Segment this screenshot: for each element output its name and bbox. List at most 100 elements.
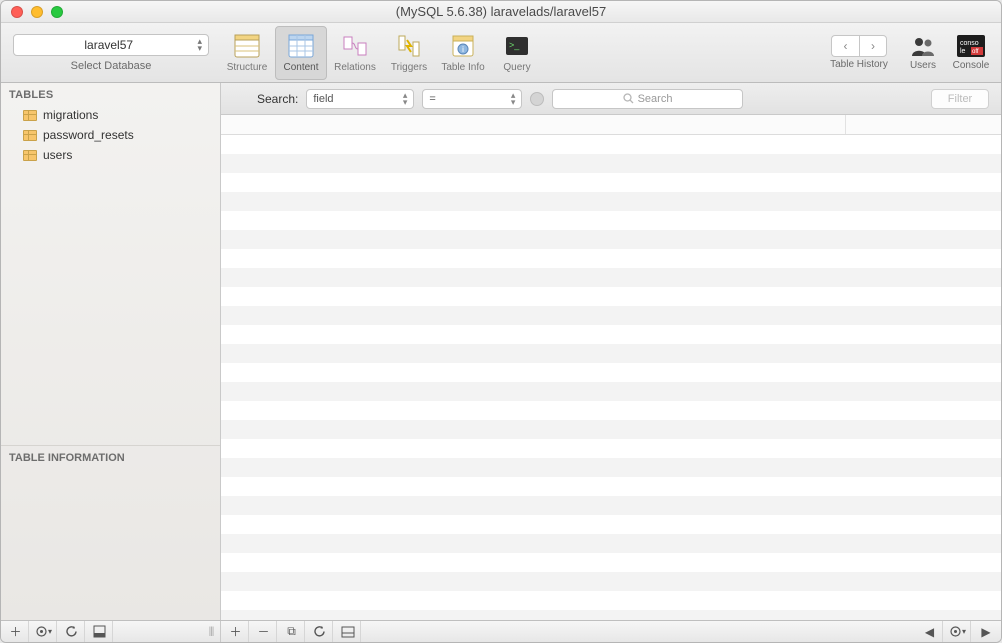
users-button[interactable]: Users [903, 34, 943, 71]
window-title: (MySQL 5.6.38) laravelads/laravel57 [1, 4, 1001, 19]
remove-row-button[interactable]: － [251, 621, 277, 643]
next-page-button[interactable]: ▶ [973, 621, 999, 643]
refresh-content-button[interactable] [307, 621, 333, 643]
search-icon [623, 93, 634, 104]
grid-row [221, 344, 1001, 363]
search-input[interactable]: Search [552, 89, 742, 109]
table-icon [23, 130, 37, 141]
table-info-button[interactable]: i Table Info [437, 26, 489, 80]
table-item-label: users [43, 148, 72, 162]
searchbar: Search: field ▴▾ = ▴▾ Search Filter [221, 83, 1001, 115]
relations-icon [341, 32, 369, 60]
refresh-icon [65, 625, 78, 638]
grid-row [221, 230, 1001, 249]
grid-rows [221, 135, 1001, 620]
grid-row [221, 420, 1001, 439]
grid-row [221, 363, 1001, 382]
content-icon [287, 32, 315, 60]
query-icon: >_ [503, 32, 531, 60]
app-window: (MySQL 5.6.38) laravelads/laravel57 lara… [0, 0, 1002, 643]
table-item-users[interactable]: users [1, 145, 220, 165]
relations-button[interactable]: Relations [329, 26, 381, 80]
add-button[interactable]: ＋ [3, 621, 29, 643]
maximize-icon[interactable] [51, 6, 63, 18]
grid-row [221, 401, 1001, 420]
query-button[interactable]: >_ Query [491, 26, 543, 80]
table-item-password-resets[interactable]: password_resets [1, 125, 220, 145]
filter-button[interactable]: Filter [931, 89, 989, 109]
statusbar-left: ＋ ▾ ||| [1, 621, 221, 642]
table-info-icon: i [449, 32, 477, 60]
history-back-button[interactable]: ‹ [831, 35, 859, 57]
gear-button[interactable]: ▾ [31, 621, 57, 643]
grid-row [221, 534, 1001, 553]
search-operator-dropdown[interactable]: = ▴▾ [422, 89, 522, 109]
data-grid [221, 115, 1001, 620]
gear-icon [35, 625, 48, 638]
view-toolbar-group: Structure Content Relations Triggers [221, 23, 543, 82]
database-selector[interactable]: laravel57 ▴▾ [13, 34, 209, 56]
statusbar-right: ＋ － ⧉ ◀ ▾ ▶ [221, 621, 1001, 642]
add-row-button[interactable]: ＋ [223, 621, 249, 643]
updown-icon: ▴▾ [403, 92, 408, 106]
prev-page-button[interactable]: ◀ [917, 621, 943, 643]
grid-header[interactable] [221, 115, 1001, 135]
panel-icon [93, 625, 106, 638]
statusbar: ＋ ▾ ||| ＋ － ⧉ ◀ ▾ [1, 620, 1001, 642]
history-nav: ‹ › [831, 35, 887, 57]
resize-handle[interactable]: ||| [204, 626, 218, 637]
relations-label: Relations [334, 62, 376, 73]
toggle-info-button[interactable] [87, 621, 113, 643]
content-label: Content [283, 62, 318, 73]
content-button[interactable]: Content [275, 26, 327, 80]
grid-row [221, 306, 1001, 325]
svg-text:off: off [972, 49, 979, 55]
history-forward-button[interactable]: › [859, 35, 887, 57]
table-history-wrap: ‹ › Table History [823, 35, 895, 70]
svg-text:i: i [462, 45, 464, 54]
table-icon [23, 150, 37, 161]
triggers-icon [395, 32, 423, 60]
console-toggle-button[interactable] [335, 621, 361, 643]
table-item-migrations[interactable]: migrations [1, 105, 220, 125]
gear-menu-button[interactable]: ▾ [945, 621, 971, 643]
gear-icon [949, 625, 962, 638]
structure-button[interactable]: Structure [221, 26, 273, 80]
database-selector-caption: Select Database [71, 60, 152, 72]
table-information-header: TABLE INFORMATION [1, 445, 220, 470]
updown-icon: ▴▾ [197, 38, 202, 52]
grid-row [221, 572, 1001, 591]
triggers-button[interactable]: Triggers [383, 26, 435, 80]
updown-icon: ▴▾ [511, 92, 516, 106]
grid-row [221, 135, 1001, 154]
table-list: migrations password_resets users [1, 105, 220, 165]
add-filter-button[interactable] [530, 92, 544, 106]
search-field-dropdown[interactable]: field ▴▾ [306, 89, 414, 109]
search-operator-value: = [429, 93, 435, 105]
body: TABLES migrations password_resets users … [1, 83, 1001, 620]
triggers-label: Triggers [391, 62, 427, 73]
svg-text:conso: conso [960, 40, 979, 47]
table-info-label: Table Info [441, 62, 484, 73]
titlebar: (MySQL 5.6.38) laravelads/laravel57 [1, 1, 1001, 23]
duplicate-row-button[interactable]: ⧉ [279, 621, 305, 643]
minimize-icon[interactable] [31, 6, 43, 18]
grid-row [221, 382, 1001, 401]
grid-row [221, 477, 1001, 496]
grid-row [221, 496, 1001, 515]
structure-label: Structure [227, 62, 268, 73]
table-information-body [1, 470, 220, 620]
close-icon[interactable] [11, 6, 23, 18]
console-button[interactable]: consoleoff Console [951, 34, 991, 71]
grid-row [221, 249, 1001, 268]
refresh-button[interactable] [59, 621, 85, 643]
sidebar: TABLES migrations password_resets users … [1, 83, 221, 620]
grid-row [221, 192, 1001, 211]
grid-row [221, 591, 1001, 610]
search-label: Search: [257, 92, 298, 106]
users-label: Users [910, 60, 936, 71]
grid-row [221, 268, 1001, 287]
grid-row [221, 515, 1001, 534]
search-field-value: field [313, 93, 333, 105]
table-item-label: migrations [43, 108, 98, 122]
